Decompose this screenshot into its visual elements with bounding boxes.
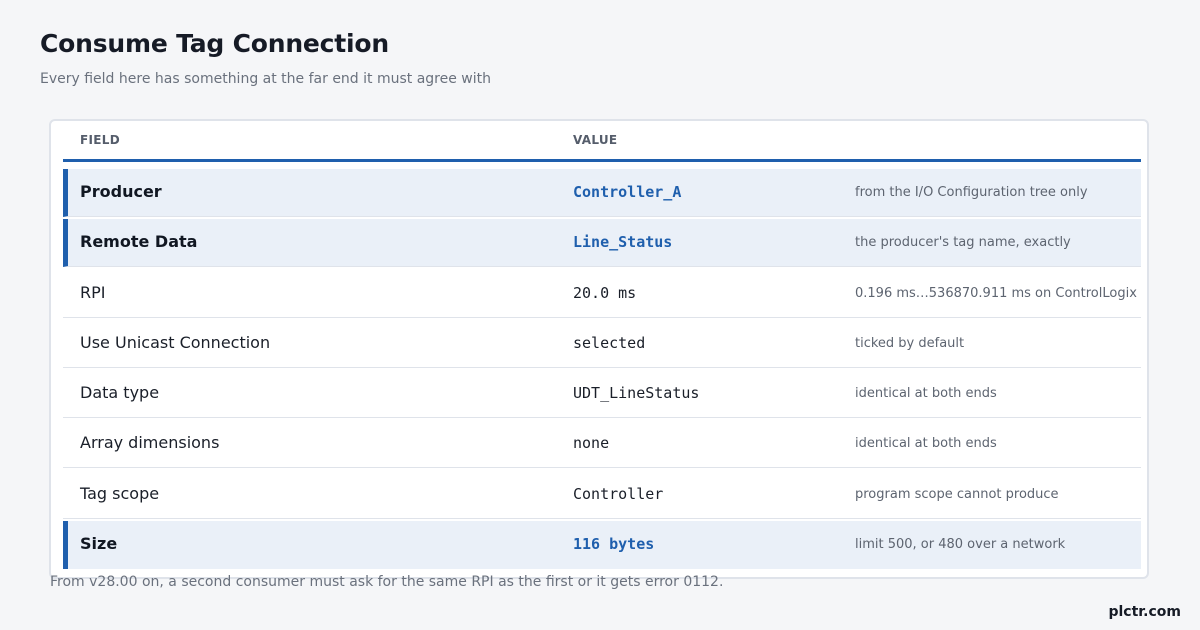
field-note: the producer's tag name, exactly bbox=[855, 235, 1071, 251]
field-value: Controller_A bbox=[573, 183, 682, 201]
field-note: from the I/O Configuration tree only bbox=[855, 185, 1088, 200]
table-row-producer: Producer Controller_A from the I/O Confi… bbox=[63, 169, 1141, 217]
field-label: Use Unicast Connection bbox=[80, 332, 271, 352]
table-header: FIELD VALUE bbox=[63, 121, 1141, 162]
field-value: Line_Status bbox=[573, 233, 673, 252]
connection-table: FIELD VALUE Producer Controller_A from t… bbox=[49, 119, 1149, 579]
field-note: identical at both ends bbox=[855, 386, 997, 402]
field-label: Remote Data bbox=[80, 232, 198, 252]
field-label: RPI bbox=[80, 282, 106, 302]
table-row-size: Size 116 bytes limit 500, or 480 over a … bbox=[63, 521, 1141, 570]
field-note: ticked by default bbox=[855, 335, 965, 351]
brand-logo-text: plctr.com bbox=[1108, 604, 1181, 620]
field-value: none bbox=[573, 434, 610, 453]
field-note: program scope cannot produce bbox=[855, 486, 1059, 502]
field-note: 0.196 ms…536870.911 ms on ControlLogix bbox=[855, 285, 1137, 301]
field-label: Data type bbox=[80, 383, 160, 403]
field-label: Producer bbox=[80, 182, 162, 201]
field-value: selected bbox=[573, 333, 646, 352]
page-title: Consume Tag Connection bbox=[40, 29, 389, 58]
field-note: limit 500, or 480 over a network bbox=[855, 537, 1066, 553]
column-header-value: VALUE bbox=[573, 133, 618, 147]
field-value: Controller bbox=[573, 484, 664, 503]
table-row-remote-data: Remote Data Line_Status the producer's t… bbox=[63, 219, 1141, 268]
table-row-data-type: Data type UDT_LineStatus identical at bo… bbox=[63, 370, 1141, 419]
field-label: Size bbox=[80, 534, 118, 554]
field-note: identical at both ends bbox=[855, 436, 997, 452]
field-value: 20.0 ms bbox=[573, 283, 637, 302]
table-row-array-dimensions: Array dimensions none identical at both … bbox=[63, 420, 1141, 469]
column-header-field: FIELD bbox=[80, 133, 120, 147]
field-value: 116 bytes bbox=[573, 535, 655, 554]
field-value: UDT_LineStatus bbox=[573, 384, 700, 403]
page-subtitle: Every field here has something at the fa… bbox=[40, 71, 492, 87]
table-row-unicast: Use Unicast Connection selected ticked b… bbox=[63, 320, 1141, 368]
field-label: Tag scope bbox=[80, 483, 160, 503]
field-label: Array dimensions bbox=[80, 433, 220, 453]
table-row-tag-scope: Tag scope Controller program scope canno… bbox=[63, 471, 1141, 519]
table-body: Producer Controller_A from the I/O Confi… bbox=[63, 169, 1141, 571]
table-row-rpi: RPI 20.0 ms 0.196 ms…536870.911 ms on Co… bbox=[63, 270, 1141, 318]
footnote: From v28.00 on, a second consumer must a… bbox=[50, 574, 724, 590]
